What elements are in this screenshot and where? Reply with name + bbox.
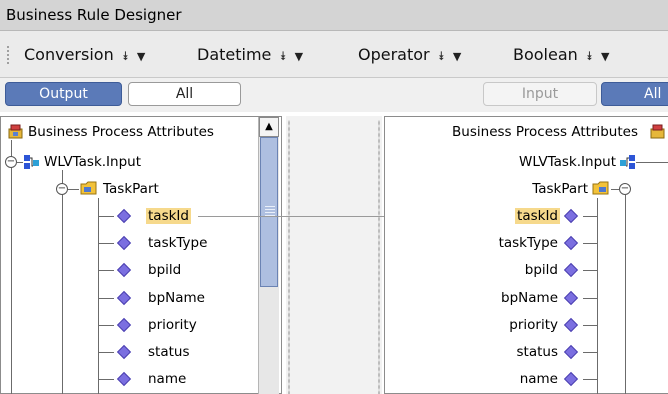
tree-line: [597, 198, 598, 394]
title-bar: Business Rule Designer: [0, 0, 668, 31]
tree-line: [62, 170, 63, 394]
collapse-toggle-icon[interactable]: −: [5, 156, 17, 168]
double-chevron-icon: ⯯: [121, 49, 129, 63]
tree-line: [68, 189, 79, 190]
left-field-status[interactable]: status: [148, 344, 189, 360]
right-field-tasktype[interactable]: taskType: [499, 235, 558, 251]
tree-line: [98, 379, 114, 380]
menu-operator-label: Operator: [358, 45, 430, 64]
right-field-priority[interactable]: priority: [509, 317, 558, 333]
scrollbar-thumb[interactable]: [260, 137, 278, 287]
collapse-toggle-icon[interactable]: −: [619, 183, 631, 195]
tree-line: [98, 352, 114, 353]
right-field-bpild[interactable]: bpild: [525, 262, 558, 278]
double-chevron-icon: ⯯: [437, 49, 445, 63]
left-field-tasktype[interactable]: taskType: [148, 235, 207, 251]
tree-line: [98, 216, 114, 217]
menu-conversion-label: Conversion: [24, 45, 114, 64]
right-field-status[interactable]: status: [517, 344, 558, 360]
tree-line: [98, 270, 114, 271]
tree-line: [611, 189, 619, 190]
tree-line: [98, 243, 114, 244]
double-chevron-icon: ⯯: [279, 49, 287, 63]
tree-line: [583, 352, 597, 353]
right-input-label: WLVTask.Input: [518, 154, 616, 170]
business-attributes-icon: [650, 123, 666, 139]
menu-boolean-label: Boolean: [513, 45, 578, 64]
tab-input: Input: [483, 82, 597, 106]
window-title: Business Rule Designer: [6, 6, 182, 24]
mapping-canvas[interactable]: [286, 116, 382, 394]
toolbar-grip[interactable]: [6, 45, 10, 65]
tab-all-left[interactable]: All: [128, 82, 241, 106]
right-root-label: Business Process Attributes: [452, 124, 638, 140]
tab-output[interactable]: Output: [5, 82, 122, 106]
left-field-taskid[interactable]: taskId: [146, 208, 191, 224]
right-field-taskid[interactable]: taskId: [515, 208, 560, 224]
tree-line: [583, 216, 597, 217]
collapse-toggle-icon[interactable]: −: [56, 183, 68, 195]
right-field-name[interactable]: name: [520, 371, 558, 387]
scroll-up-arrow-icon[interactable]: ▲: [259, 117, 279, 137]
dropdown-arrow-icon: ▼: [452, 50, 462, 63]
left-root-label: Business Process Attributes: [28, 124, 214, 140]
right-field-bpname[interactable]: bpName: [501, 290, 558, 306]
tree-line: [583, 270, 597, 271]
left-taskpart-label: TaskPart: [103, 181, 159, 197]
canvas-right-edge: [378, 120, 380, 394]
left-field-bpild[interactable]: bpild: [148, 262, 181, 278]
tree-line: [583, 243, 597, 244]
tree-line: [98, 325, 114, 326]
left-field-taskid-label: taskId: [146, 208, 191, 224]
tree-line: [17, 162, 23, 163]
folder-icon: [592, 180, 610, 196]
message-node-icon: [24, 154, 40, 170]
function-menubar: Conversion ⯯ ▼ Datetime ⯯ ▼ Operator ⯯ ▼ Boole…: [0, 31, 668, 78]
tree-line: [583, 379, 597, 380]
tree-line: [98, 198, 99, 394]
folder-icon: [80, 180, 98, 196]
dropdown-arrow-icon: ▼: [294, 50, 304, 63]
dropdown-arrow-icon: ▼: [136, 50, 146, 63]
message-node-icon: [619, 154, 635, 170]
right-field-taskid-label: taskId: [515, 208, 560, 224]
double-chevron-icon: ⯯: [585, 49, 593, 63]
left-field-bpname[interactable]: bpName: [148, 290, 205, 306]
left-scrollbar[interactable]: ▲: [258, 117, 279, 394]
dropdown-arrow-icon: ▼: [601, 50, 610, 63]
menu-conversion[interactable]: Conversion ⯯ ▼: [24, 45, 145, 64]
tree-line: [583, 325, 597, 326]
menu-operator[interactable]: Operator ⯯ ▼: [358, 45, 461, 64]
right-taskpart-label: TaskPart: [532, 181, 588, 197]
tree-line: [98, 298, 114, 299]
menu-datetime-label: Datetime: [197, 45, 272, 64]
tree-line: [11, 140, 12, 394]
menu-datetime[interactable]: Datetime ⯯ ▼: [197, 45, 303, 64]
left-input-label: WLVTask.Input: [44, 154, 142, 170]
tree-line: [636, 162, 668, 163]
tree-line: [625, 195, 626, 394]
tab-all-right[interactable]: All: [601, 82, 668, 106]
canvas-left-edge: [288, 120, 290, 394]
business-attributes-icon: [8, 123, 24, 139]
tree-line: [583, 298, 597, 299]
left-field-name[interactable]: name: [148, 371, 186, 387]
left-field-priority[interactable]: priority: [148, 317, 197, 333]
menu-boolean[interactable]: Boolean ⯯ ▼: [513, 45, 609, 64]
